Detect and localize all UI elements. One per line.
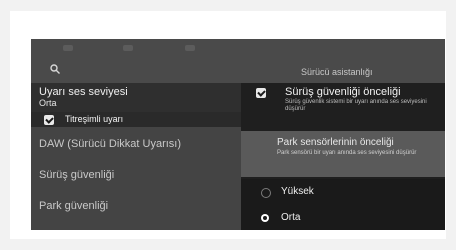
driver-assistance-screen: Sürücü asistanlığı Uyarı ses seviyesi Or… [31,39,445,230]
option-medium-label: Orta [281,212,301,223]
image-frame: Sürücü asistanlığı Uyarı ses seviyesi Or… [10,11,446,239]
top-bar: Sürücü asistanlığı [31,39,445,83]
volume-setting[interactable]: Uyarı ses seviyesi Orta Titreşimli uyarı [31,83,241,127]
park-sensor-priority-label: Park sensörlerinin önceliği [277,137,394,148]
search-icon[interactable] [50,64,60,74]
vibration-warning-checkbox[interactable] [44,115,54,125]
radio-medium[interactable] [261,214,269,222]
sidebar-item-daw[interactable]: DAW (Sürücü Dikkat Uyarısı) [39,138,181,150]
driving-safety-priority-label: Sürüş güvenliği önceliği [285,86,401,98]
vibration-warning-toggle[interactable]: Titreşimli uyarı [31,112,241,127]
status-indicator-icon [123,45,133,51]
sidebar-item-park-safety[interactable]: Park güvenliği [39,200,108,212]
status-indicator-icon [63,45,73,51]
option-high-label: Yüksek [281,186,314,197]
page-title: Sürücü asistanlığı [301,67,373,77]
warning-volume-value: Orta [39,98,57,108]
driving-safety-priority-option[interactable]: Sürüş güvenliği önceliği Sürüş güvenlik … [241,83,445,131]
radio-high[interactable] [261,188,271,198]
driving-safety-priority-description: Sürüş güvenlik sistemi bir uyarı anında … [285,99,427,112]
vibration-warning-label: Titreşimli uyarı [65,114,124,124]
status-indicator-icon [185,45,195,51]
option-medium[interactable]: Orta [241,205,445,230]
warning-volume-label: Uyarı ses seviyesi [39,86,128,98]
settings-list: Uyarı ses seviyesi Orta Titreşimli uyarı… [31,83,241,230]
sidebar-item-driving-safety[interactable]: Sürüş güvenliği [39,169,114,181]
options-panel: Sürüş güvenliği önceliği Sürüş güvenlik … [241,83,445,230]
park-sensor-priority-option[interactable]: Park sensörlerinin önceliği Park sensörü… [241,131,445,177]
driving-safety-priority-checkbox[interactable] [256,88,266,98]
option-high[interactable]: Yüksek [241,179,445,205]
park-sensor-priority-description: Park sensörü bir uyarı anında ses seviye… [277,150,417,156]
